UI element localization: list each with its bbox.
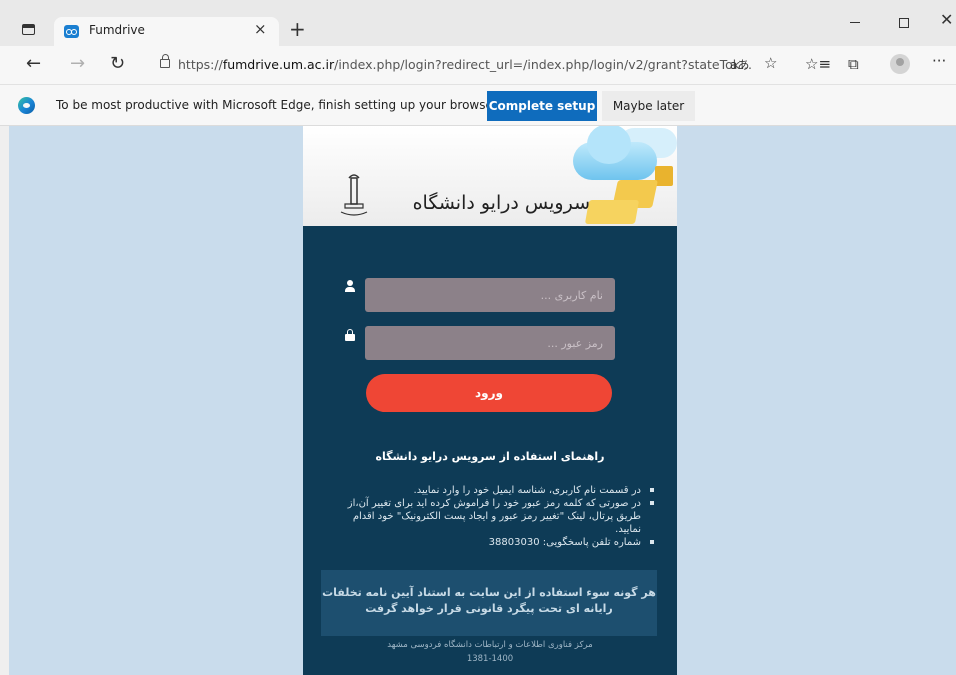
university-logo-icon bbox=[340, 174, 368, 216]
more-menu-button[interactable]: ··· bbox=[932, 52, 946, 70]
cloud-icon bbox=[573, 126, 657, 180]
browser-tab[interactable]: Fumdrive × bbox=[54, 17, 279, 46]
url-path: /index.php/login?redirect_url=/index.php… bbox=[334, 57, 752, 72]
add-favorite-icon[interactable]: ☆ bbox=[764, 54, 777, 72]
guide-item: در صورتی که کلمه رمز عبور خود را فراموش … bbox=[333, 497, 655, 536]
read-aloud-icon[interactable]: aあ bbox=[730, 56, 749, 73]
page-background: سرویس درایو دانشگاه ورود راهنمای استفاده… bbox=[9, 126, 956, 675]
login-panel: ورود راهنمای استفاده از سرویس درایو دانش… bbox=[303, 226, 677, 675]
profile-avatar[interactable] bbox=[890, 54, 910, 74]
collections-icon[interactable]: ⧉ bbox=[848, 55, 859, 73]
footer-years: 1381-1400 bbox=[466, 654, 514, 664]
url-scheme: https:// bbox=[178, 57, 223, 72]
lock-icon[interactable] bbox=[160, 54, 170, 68]
browser-toolbar: ← → ↻ https://fumdrive.um.ac.ir/index.ph… bbox=[0, 46, 956, 84]
tab-title: Fumdrive bbox=[89, 23, 145, 37]
browser-titlebar: Fumdrive × + ✕ bbox=[0, 0, 956, 46]
tab-actions-icon[interactable] bbox=[22, 24, 35, 35]
refresh-button[interactable]: ↻ bbox=[110, 52, 125, 76]
lock-icon bbox=[344, 329, 356, 341]
password-input[interactable] bbox=[365, 326, 615, 360]
maximize-button[interactable] bbox=[899, 18, 909, 28]
tab-close-button[interactable]: × bbox=[254, 20, 267, 38]
folder-icon bbox=[655, 166, 673, 186]
favorites-icon[interactable]: ☆≡ bbox=[805, 55, 831, 73]
window-close-button[interactable]: ✕ bbox=[940, 10, 953, 29]
back-button[interactable]: ← bbox=[26, 52, 41, 76]
login-button[interactable]: ورود bbox=[366, 374, 612, 412]
url-host: fumdrive.um.ac.ir bbox=[222, 57, 335, 72]
username-input[interactable] bbox=[365, 278, 615, 312]
url-text[interactable]: https://fumdrive.um.ac.ir/index.php/logi… bbox=[178, 57, 752, 72]
folder-icon bbox=[584, 200, 640, 224]
edge-setup-infobar: To be most productive with Microsoft Edg… bbox=[0, 84, 956, 126]
minimize-button[interactable] bbox=[850, 22, 860, 23]
guide-title: راهنمای استفاده از سرویس درایو دانشگاه bbox=[375, 450, 605, 463]
guide-list: در قسمت نام کاربری، شناسه ایمیل خود را و… bbox=[333, 484, 655, 549]
site-banner: سرویس درایو دانشگاه bbox=[303, 126, 677, 226]
user-icon bbox=[344, 280, 356, 292]
banner-title: سرویس درایو دانشگاه bbox=[412, 192, 590, 214]
fumdrive-favicon-icon bbox=[64, 25, 79, 38]
guide-item: شماره تلفن پاسخگویی: 38803030 bbox=[333, 536, 655, 549]
address-bar[interactable]: https://fumdrive.um.ac.ir/index.php/logi… bbox=[148, 51, 780, 79]
footer-org: مرکز فناوری اطلاعات و ارتباطات دانشگاه ف… bbox=[387, 640, 593, 650]
legal-warning-text: هر گونه سوء استفاده از این سایت به استنا… bbox=[322, 586, 656, 615]
forward-button[interactable]: → bbox=[70, 52, 85, 76]
guide-item: در قسمت نام کاربری، شناسه ایمیل خود را و… bbox=[333, 484, 655, 497]
edge-logo-icon bbox=[18, 97, 35, 114]
new-tab-button[interactable]: + bbox=[289, 17, 306, 41]
maybe-later-button[interactable]: Maybe later bbox=[602, 91, 695, 121]
complete-setup-button[interactable]: Complete setup bbox=[487, 91, 597, 121]
legal-warning-box: هر گونه سوء استفاده از این سایت به استنا… bbox=[321, 570, 657, 636]
page-left-edge bbox=[0, 126, 9, 675]
infobar-message: To be most productive with Microsoft Edg… bbox=[56, 98, 501, 112]
